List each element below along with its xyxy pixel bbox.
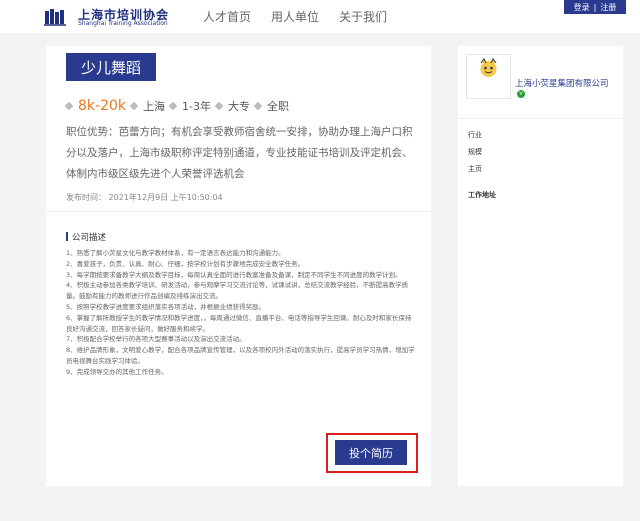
- tag-diamond-icon: [214, 101, 224, 111]
- apply-resume-button[interactable]: 投个简历: [335, 440, 407, 465]
- job-type: 全职: [266, 100, 289, 113]
- site-logo[interactable]: 上海市培训协会 Shanghai Training Association: [44, 6, 182, 28]
- tag-diamond-icon: [168, 101, 178, 111]
- duty-item: 5、按照学校教学进度要求组织落实各项活动，并根据业绩获得奖励。: [66, 302, 266, 311]
- company-name[interactable]: 上海小荧星集团有限公司: [515, 77, 609, 89]
- register-link[interactable]: 注册: [600, 2, 616, 13]
- auth-separator: |: [593, 2, 597, 12]
- duty-item: 4、积极主动参加各类教学培训、研发活动，参与观摩学习交流讨论等，试课试讲，总结交…: [66, 281, 409, 301]
- scale-label: 规模: [468, 148, 482, 156]
- logo-english-name: Shanghai Training Association: [78, 20, 168, 27]
- work-address-label: 工作地址: [468, 191, 496, 199]
- duty-item: 2、喜爱孩子，负责、认真、耐心、仔细，按学校计划有步骤地完成安全教学任务。: [66, 259, 305, 268]
- duties-list: 1、熟悉了解小荧星文化与教学教材体系，有一定语言表达能力和沟通能力。 2、喜爱孩…: [66, 248, 416, 378]
- top-header: 上海市培训协会 Shanghai Training Association 人才…: [0, 0, 640, 33]
- company-card: [458, 46, 623, 486]
- section-divider: [46, 211, 431, 212]
- job-salary: 8k-20k: [78, 98, 126, 114]
- company-divider: [458, 118, 623, 119]
- duty-item: 3、每学期按要求备教学大纲及教学目标，每周认真全面的进行教案准备及备课，制定不同…: [66, 270, 402, 279]
- description-heading-text: 公司描述: [72, 232, 107, 243]
- job-experience: 1-3年: [182, 100, 211, 113]
- duty-item: 9、完成领导交办的其他工作任务。: [66, 367, 168, 376]
- auth-bar: 登录 | 注册: [564, 0, 626, 14]
- login-link[interactable]: 登录: [574, 2, 590, 13]
- homepage-label: 主页: [468, 165, 482, 173]
- company-logo-icon: [480, 58, 497, 77]
- duty-item: 7、积极配合学校举行的各项大型赛事活动以及演出交流活动。: [66, 335, 246, 344]
- description-heading: 公司描述: [66, 231, 107, 243]
- nav-about-us[interactable]: 关于我们: [339, 8, 387, 25]
- job-tags: 8k-20k 上海 1-3年 大专 全职: [64, 98, 289, 114]
- duty-item: 1、熟悉了解小荧星文化与教学教材体系，有一定语言表达能力和沟通能力。: [66, 249, 285, 257]
- books-logo-icon: [44, 9, 66, 26]
- nav-talent-home[interactable]: 人才首页: [203, 8, 251, 25]
- job-title: 少儿舞蹈: [66, 53, 156, 81]
- duty-item: 6、掌握了解所教授学生的教学情况和教学进度，，每周通过微信、直播平台、电话等指导…: [66, 313, 412, 333]
- job-city: 上海: [143, 100, 165, 113]
- job-advantage: 职位优势：芭蕾方向；有机会享受教师宿舍统一安排，协助办理上海户口积分以及落户，上…: [66, 126, 413, 180]
- tag-diamond-icon: [64, 101, 74, 111]
- industry-label: 行业: [468, 131, 482, 139]
- heading-accent-bar: [66, 232, 68, 241]
- verified-badge-icon: V: [517, 90, 525, 98]
- company-logo[interactable]: [466, 54, 511, 99]
- duty-item: 8、维护品牌形象，文明爱心教学，配合各项品牌宣传管理，以及各项校内外活动的落实执…: [66, 346, 415, 365]
- tag-diamond-icon: [253, 101, 263, 111]
- publish-time: 发布时间： 2021年12月9日 上午10:50:04: [66, 193, 223, 202]
- tag-diamond-icon: [129, 101, 139, 111]
- nav-employers[interactable]: 用人单位: [271, 8, 319, 25]
- job-education: 大专: [227, 100, 250, 113]
